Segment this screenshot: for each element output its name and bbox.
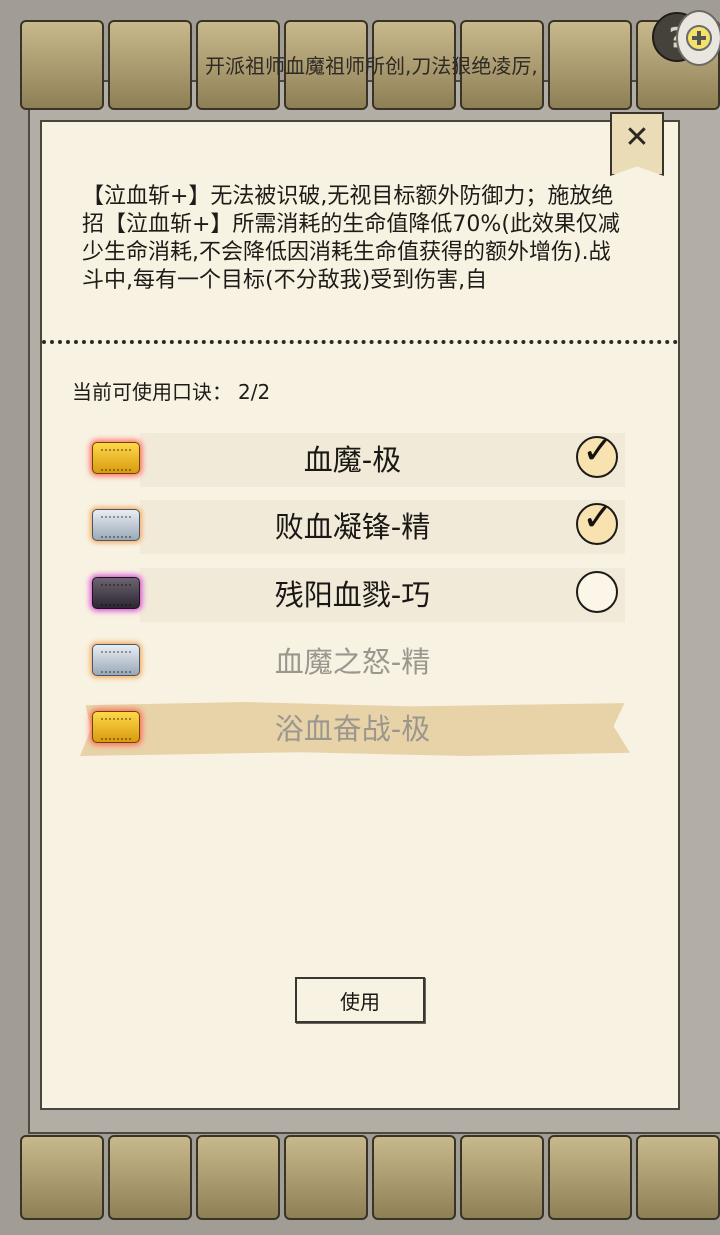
- check-icon: ✓: [582, 428, 614, 472]
- formula-name: 残阳血戮-巧: [274, 578, 431, 612]
- background-scroll-text: 开派祖师血魔祖师所创,刀法狠绝凌厉,: [205, 54, 538, 78]
- formula-name: 血魔之怒-精: [274, 645, 431, 679]
- formula-row[interactable]: 血魔之怒-精: [80, 632, 630, 692]
- silver-token-icon: [92, 509, 140, 541]
- close-button[interactable]: ✕: [610, 112, 664, 176]
- divider: [42, 340, 678, 344]
- count-label: 当前可使用口诀：: [72, 380, 232, 404]
- formula-row[interactable]: 血魔-极 ✓: [80, 428, 630, 490]
- dark-token-icon: [92, 577, 140, 609]
- formula-name: 血魔-极: [303, 443, 402, 477]
- formula-name: 浴血奋战-极: [274, 712, 431, 746]
- close-icon: ✕: [624, 120, 650, 155]
- check-icon: ✓: [582, 495, 614, 539]
- available-formula-count: 当前可使用口诀： 2/2: [72, 376, 276, 405]
- gold-token-icon: [92, 442, 140, 474]
- scroll-rod-bottom: [20, 1135, 720, 1220]
- use-button[interactable]: 使用: [295, 977, 425, 1023]
- silver-token-icon: [92, 644, 140, 676]
- gold-token-icon: [92, 711, 140, 743]
- skill-description: 【泣血斩+】无法被识破,无视目标额外防御力；施放绝招【泣血斩+】所需消耗的生命值…: [82, 184, 620, 293]
- formula-name: 败血凝锋-精: [274, 510, 431, 544]
- checkbox[interactable]: ✓: [576, 495, 618, 545]
- assistant-badge-icon[interactable]: [676, 10, 720, 66]
- formula-row[interactable]: 残阳血戮-巧: [80, 565, 630, 625]
- checkbox[interactable]: ✓: [576, 428, 618, 478]
- gamepad-icon: [686, 25, 712, 51]
- count-value: 2/2: [238, 380, 271, 404]
- formula-row[interactable]: 败血凝锋-精 ✓: [80, 495, 630, 557]
- formula-row[interactable]: 浴血奋战-极: [80, 699, 630, 759]
- checkbox[interactable]: [576, 571, 618, 613]
